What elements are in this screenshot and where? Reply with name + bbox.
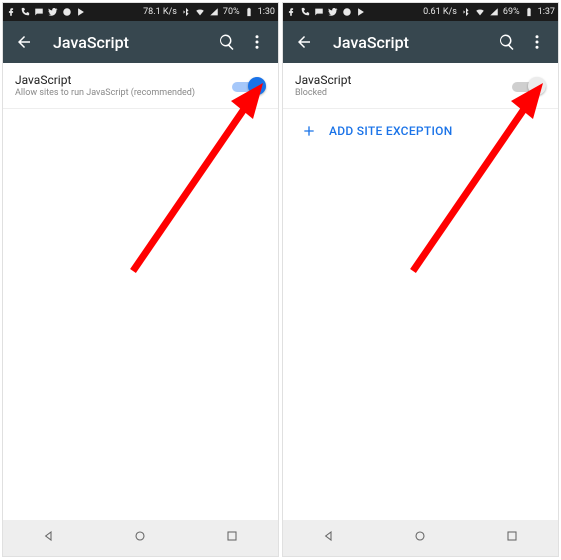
nav-recent-button[interactable] (224, 528, 240, 548)
nav-bar (3, 520, 278, 556)
search-icon (218, 33, 236, 51)
screenshot-left: 78.1 K/s 70% 1:30 JavaScript (2, 2, 279, 557)
play-icon (356, 7, 366, 17)
plus-icon (295, 123, 323, 139)
message-icon (314, 7, 324, 17)
opera-icon (342, 7, 352, 17)
twitter-icon (48, 7, 58, 17)
wifi-icon (475, 7, 485, 17)
javascript-setting-row[interactable]: JavaScript Blocked (283, 63, 558, 109)
setting-title: JavaScript (295, 73, 512, 87)
page-title: JavaScript (333, 33, 492, 52)
more-vert-icon (528, 33, 546, 51)
nav-back-button[interactable] (321, 528, 337, 548)
page-title: JavaScript (53, 33, 212, 52)
clock: 1:37 (538, 7, 555, 17)
play-icon (76, 7, 86, 17)
bluetooth-icon (461, 7, 471, 17)
back-button[interactable] (9, 27, 39, 57)
status-bar: 78.1 K/s 70% 1:30 (3, 3, 278, 21)
phone-icon (300, 7, 310, 17)
nav-home-button[interactable] (412, 528, 428, 548)
javascript-setting-row[interactable]: JavaScript Allow sites to run JavaScript… (3, 63, 278, 109)
setting-subtitle: Blocked (295, 88, 512, 98)
net-speed: 78.1 K/s (143, 7, 177, 17)
search-icon (498, 33, 516, 51)
wifi-icon (195, 7, 205, 17)
back-button[interactable] (289, 27, 319, 57)
nav-home-button[interactable] (132, 528, 148, 548)
twitter-icon (328, 7, 338, 17)
opera-icon (62, 7, 72, 17)
facebook-icon (6, 7, 16, 17)
battery-text: 69% (503, 7, 520, 17)
status-bar: 0.61 K/s 69% 1:37 (283, 3, 558, 21)
facebook-icon (286, 7, 296, 17)
bluetooth-icon (181, 7, 191, 17)
content-area: JavaScript Blocked ADD SITE EXCEPTION (283, 63, 558, 153)
add-site-exception-button[interactable]: ADD SITE EXCEPTION (283, 109, 558, 153)
javascript-toggle[interactable] (512, 77, 546, 95)
battery-icon (244, 7, 254, 17)
action-label: ADD SITE EXCEPTION (329, 124, 453, 138)
signal-icon (209, 7, 219, 17)
content-area: JavaScript Allow sites to run JavaScript… (3, 63, 278, 109)
javascript-toggle[interactable] (232, 77, 266, 95)
signal-icon (489, 7, 499, 17)
status-icons-right: 0.61 K/s 69% 1:37 (423, 7, 555, 17)
arrow-back-icon (15, 33, 33, 51)
overflow-button[interactable] (522, 27, 552, 57)
search-button[interactable] (492, 27, 522, 57)
more-vert-icon (248, 33, 266, 51)
overflow-button[interactable] (242, 27, 272, 57)
arrow-back-icon (295, 33, 313, 51)
status-icons-left (286, 7, 366, 17)
status-icons-left (6, 7, 86, 17)
battery-icon (524, 7, 534, 17)
search-button[interactable] (212, 27, 242, 57)
setting-subtitle: Allow sites to run JavaScript (recommend… (15, 88, 232, 98)
app-bar: JavaScript (3, 21, 278, 63)
app-bar: JavaScript (283, 21, 558, 63)
nav-back-button[interactable] (41, 528, 57, 548)
screenshot-right: 0.61 K/s 69% 1:37 JavaScript (282, 2, 559, 557)
clock: 1:30 (258, 7, 275, 17)
status-icons-right: 78.1 K/s 70% 1:30 (143, 7, 275, 17)
nav-recent-button[interactable] (504, 528, 520, 548)
net-speed: 0.61 K/s (423, 7, 457, 17)
nav-bar (283, 520, 558, 556)
setting-title: JavaScript (15, 73, 232, 87)
annotation-arrow (113, 81, 273, 281)
message-icon (34, 7, 44, 17)
battery-text: 70% (223, 7, 240, 17)
phone-icon (20, 7, 30, 17)
